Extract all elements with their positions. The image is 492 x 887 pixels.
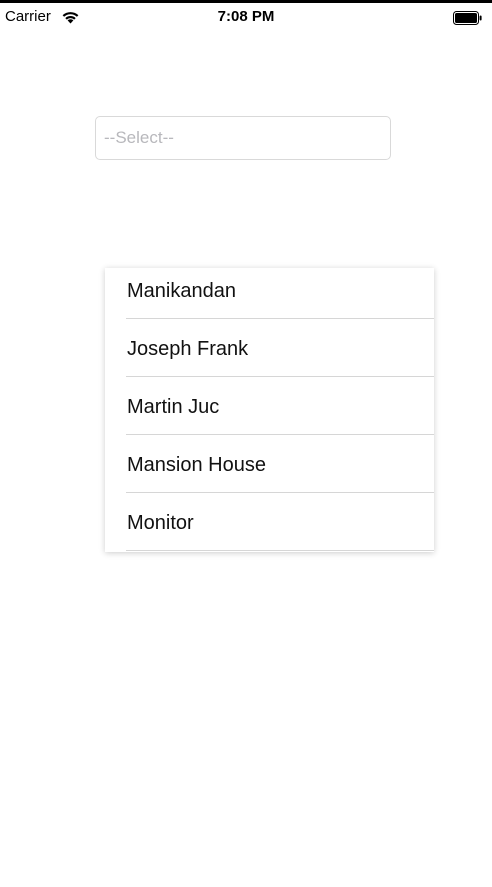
select-dropdown-field[interactable]: --Select-- — [95, 116, 391, 160]
app-screen: Carrier 7:08 PM --Select-- Manikandan Jo… — [0, 0, 492, 887]
status-time: 7:08 PM — [217, 8, 275, 25]
divider — [126, 376, 434, 377]
select-placeholder: --Select-- — [104, 128, 174, 147]
dropdown-item-label: Martin Juc — [127, 396, 220, 418]
status-bar: Carrier 7:08 PM — [0, 3, 492, 29]
dropdown-item-label: Manikandan — [127, 280, 236, 302]
dropdown-item[interactable]: Manikandan — [105, 268, 434, 326]
dropdown-item[interactable]: Monitor — [105, 500, 434, 552]
battery-icon — [453, 11, 482, 25]
divider — [126, 492, 434, 493]
dropdown-item-label: Monitor — [127, 512, 194, 534]
divider — [126, 550, 434, 551]
dropdown-item-label: Joseph Frank — [127, 338, 249, 360]
divider — [126, 318, 434, 319]
dropdown-list: Manikandan Joseph Frank Martin Juc Mansi… — [105, 268, 434, 552]
divider — [126, 434, 434, 435]
dropdown-item[interactable]: Mansion House — [105, 442, 434, 500]
dropdown-item[interactable]: Joseph Frank — [105, 326, 434, 384]
dropdown-item-label: Mansion House — [127, 454, 266, 476]
dropdown-item[interactable]: Martin Juc — [105, 384, 434, 442]
